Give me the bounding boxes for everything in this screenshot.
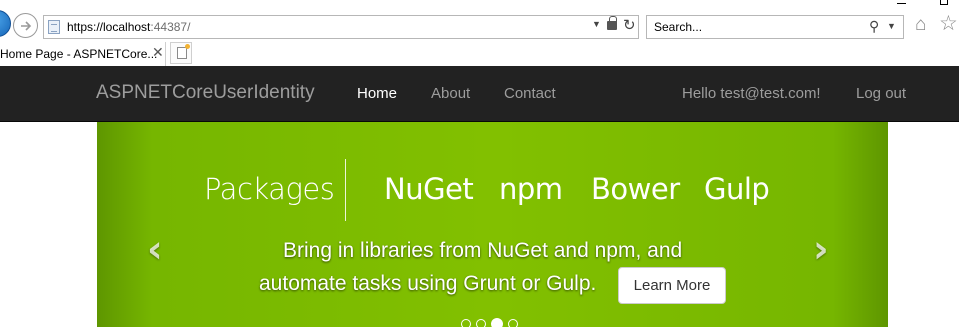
window-maximize-button[interactable] — [940, 0, 948, 5]
package-name-npm: npm — [499, 172, 563, 206]
package-name-gulp: Gulp — [704, 172, 770, 206]
browser-tab[interactable]: Home Page - ASPNETCore... ✕ — [0, 42, 166, 66]
forward-arrow-icon — [20, 20, 31, 31]
site-navbar: ASPNETCoreUserIdentity Home About Contac… — [0, 66, 959, 122]
nav-home-link[interactable]: Home — [357, 85, 397, 102]
tab-strip: Home Page - ASPNETCore... ✕ — [0, 42, 959, 66]
search-dropdown-icon[interactable]: ▼ — [887, 21, 896, 31]
tab-title: Home Page - ASPNETCore... — [0, 47, 158, 61]
package-name-nuget: NuGet — [384, 172, 474, 206]
carousel: Packages NuGet npm Bower Gulp Bring in l… — [97, 122, 888, 327]
address-bar[interactable]: https://localhost:44387/ ▼ ↻ — [43, 15, 639, 39]
carousel-caption-line2: automate tasks using Grunt or Gulp. — [259, 272, 597, 295]
lock-icon[interactable] — [607, 16, 617, 30]
logout-link[interactable]: Log out — [856, 85, 906, 102]
back-button[interactable] — [0, 10, 11, 37]
learn-more-button[interactable]: Learn More — [618, 267, 726, 304]
brand-link[interactable]: ASPNETCoreUserIdentity — [96, 82, 315, 104]
package-name-bower: Bower — [591, 172, 680, 206]
address-url-host: https://localhost — [67, 20, 151, 34]
forward-button[interactable] — [13, 13, 38, 38]
user-greeting-link[interactable]: Hello test@test.com! — [682, 85, 821, 102]
address-url-port: :44387/ — [150, 20, 191, 34]
carousel-indicator[interactable] — [461, 319, 471, 327]
carousel-indicator[interactable] — [491, 318, 503, 327]
packages-heading: Packages — [204, 172, 335, 206]
carousel-prev-icon[interactable]: ‹ — [147, 230, 163, 268]
search-box[interactable]: ⚲ ▼ — [646, 15, 904, 39]
carousel-indicator[interactable] — [508, 319, 518, 327]
nav-contact-link[interactable]: Contact — [504, 85, 556, 102]
new-tab-button[interactable] — [170, 42, 192, 64]
refresh-icon[interactable]: ↻ — [623, 16, 636, 34]
search-icon[interactable]: ⚲ — [869, 18, 879, 35]
favorites-star-icon[interactable]: ☆ — [939, 13, 958, 34]
address-url[interactable]: https://localhost:44387/ — [67, 20, 190, 34]
search-input[interactable] — [647, 16, 857, 38]
carousel-next-icon[interactable]: › — [813, 230, 829, 268]
carousel-caption-line1: Bring in libraries from NuGet and npm, a… — [283, 239, 683, 262]
address-dropdown-icon[interactable]: ▼ — [592, 19, 601, 29]
page-icon — [48, 20, 60, 34]
heading-divider — [345, 159, 346, 221]
tab-close-icon[interactable]: ✕ — [152, 44, 164, 61]
carousel-indicator[interactable] — [476, 319, 486, 327]
window-minimize-button[interactable] — [897, 3, 906, 4]
nav-about-link[interactable]: About — [431, 85, 470, 102]
home-icon[interactable]: ⌂ — [915, 15, 926, 34]
new-tab-icon — [177, 44, 190, 59]
